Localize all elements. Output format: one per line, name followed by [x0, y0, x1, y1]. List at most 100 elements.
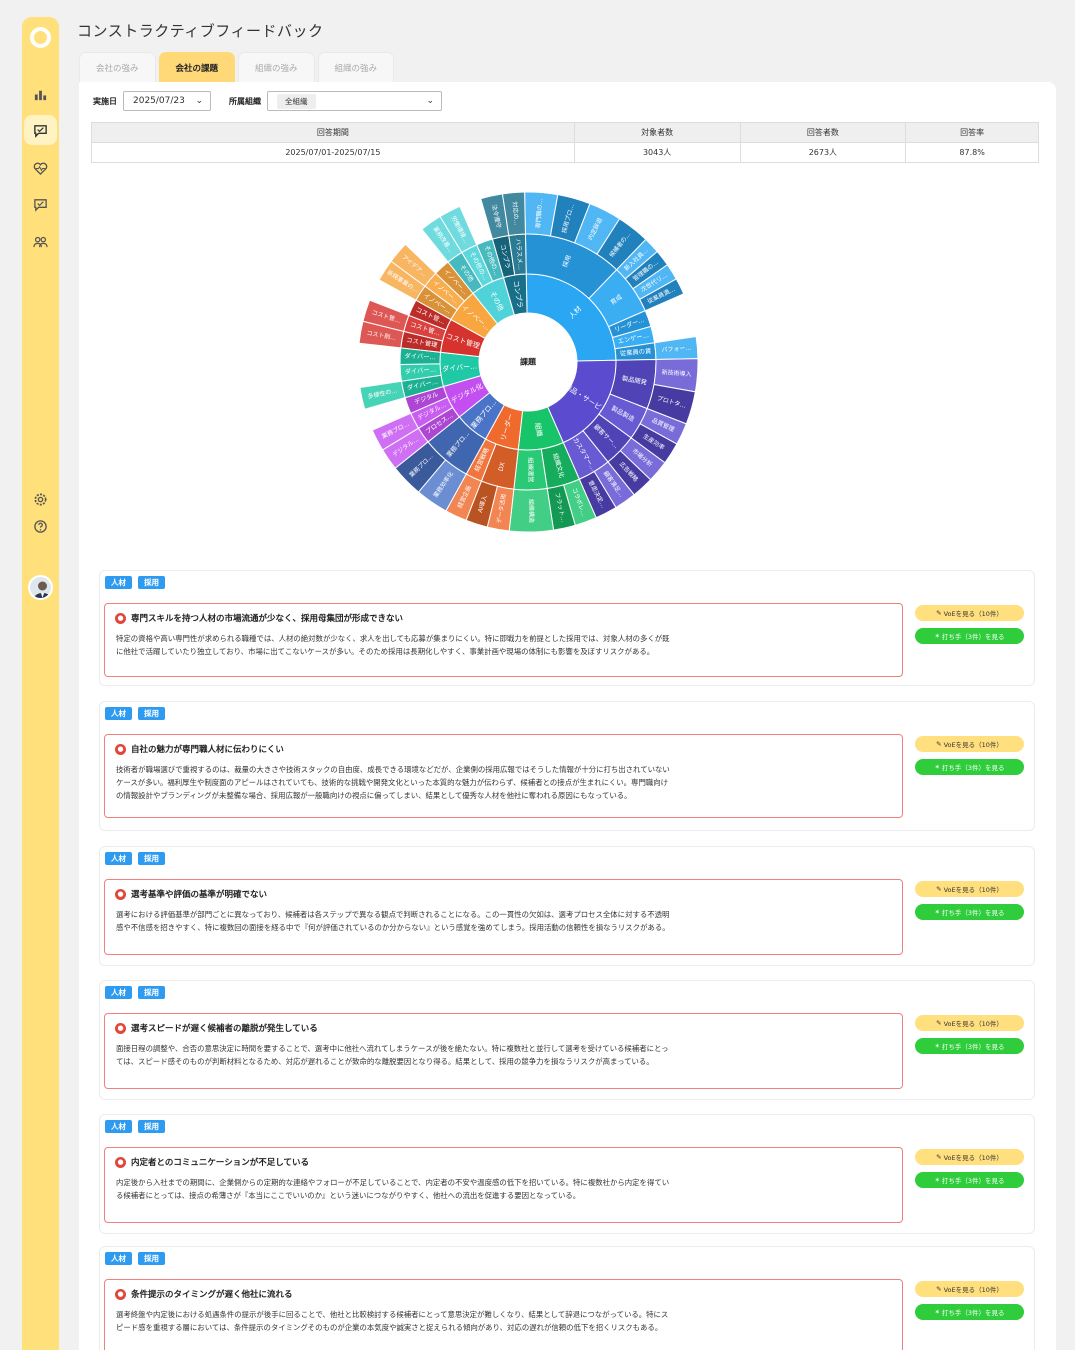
date-select-value: 2025/07/23: [133, 96, 185, 106]
tag-category[interactable]: 人材: [105, 576, 132, 589]
view-actions-button[interactable]: ✶ 打ち手（3件）を見る: [915, 904, 1024, 920]
issue-tags: 人材 採用: [105, 986, 165, 999]
issue-description: 選考終盤や内定後における処遇条件の提示が後手に回ることで、他社と比較検討する候補…: [116, 1310, 669, 1332]
tag-subcategory[interactable]: 採用: [138, 576, 165, 589]
issue-description: 特定の資格や高い専門性が求められる職種では、人材の絶対数が少なく、求人を出しても…: [116, 634, 670, 656]
issue-title: ● 内定者とのコミュニケーションが不足している: [115, 1156, 309, 1168]
tab-org-strengths[interactable]: 組織の強み: [238, 52, 315, 82]
sparkle-icon: ✶: [934, 763, 940, 771]
message-check-icon[interactable]: [22, 189, 59, 219]
view-actions-button[interactable]: ✶ 打ち手（3件）を見る: [915, 759, 1024, 775]
stats-table: 回答期間 対象者数 回答者数 回答率 2025/07/01-2025/07/15…: [91, 122, 1039, 163]
view-voe-button[interactable]: ✎ VoEを見る（10件）: [915, 1149, 1024, 1165]
tag-category[interactable]: 人材: [105, 1120, 132, 1133]
stats-header-period: 回答期間: [91, 122, 575, 143]
view-actions-button[interactable]: ✶ 打ち手（3件）を見る: [915, 1172, 1024, 1188]
voice-icon: ✎: [936, 1153, 942, 1161]
issue-detail: ● 内定者とのコミュニケーションが不足している 内定後から入社までの期間に、企業…: [104, 1147, 903, 1223]
chart-bar-icon[interactable]: [22, 79, 59, 109]
tab-org-strengths-2[interactable]: 組織の強み: [317, 52, 395, 82]
stats-value-respondents: 2673人: [739, 142, 907, 163]
issue-title-text: 内定者とのコミュニケーションが不足している: [131, 1158, 309, 1168]
view-actions-button[interactable]: ✶ 打ち手（3件）を見る: [915, 1038, 1024, 1054]
gear-icon[interactable]: [22, 484, 59, 514]
view-voe-button[interactable]: ✎ VoEを見る（10件）: [915, 736, 1024, 752]
chevron-down-icon: ⌄: [195, 96, 203, 106]
fire-icon: ●: [115, 1022, 126, 1034]
tag-category[interactable]: 人材: [105, 1252, 132, 1265]
tag-category[interactable]: 人材: [105, 852, 132, 865]
tab-company-strengths[interactable]: 会社の強み: [79, 52, 156, 82]
issue-title-text: 選考基準や評価の基準が明確でない: [131, 890, 268, 900]
view-actions-label: 打ち手（3件）を見る: [941, 1309, 1005, 1317]
sparkle-icon: ✶: [934, 1042, 940, 1050]
app-logo[interactable]: [30, 27, 51, 48]
view-actions-button[interactable]: ✶ 打ち手（3件）を見る: [915, 1304, 1024, 1320]
stats-value-rate: 87.8%: [905, 142, 1039, 163]
team-icon[interactable]: [22, 226, 59, 256]
org-filter-label: 所属組織: [229, 96, 261, 106]
heart-pulse-icon[interactable]: [22, 153, 59, 183]
issue-title-text: 条件提示のタイミングが遅く他社に流れる: [131, 1290, 293, 1300]
voice-icon: ✎: [936, 1019, 942, 1027]
issue-card: 人材 採用 ● 選考スピードが遅く候補者の離脱が発生している 面接日程の調整や、…: [99, 980, 1035, 1100]
org-select[interactable]: 全組織 ⌄: [267, 91, 442, 111]
issue-detail: ● 条件提示のタイミングが遅く他社に流れる 選考終盤や内定後における処遇条件の提…: [104, 1279, 903, 1350]
fire-icon: ●: [115, 1288, 126, 1300]
issue-detail: ● 選考スピードが遅く候補者の離脱が発生している 面接日程の調整や、合否の意思決…: [104, 1013, 903, 1089]
view-voe-button[interactable]: ✎ VoEを見る（10件）: [915, 881, 1024, 897]
tag-subcategory[interactable]: 採用: [138, 1120, 165, 1133]
issue-description: 内定後から入社までの期間に、企業側からの定期的な連絡やフォローが不足していること…: [116, 1178, 670, 1200]
user-avatar[interactable]: [28, 575, 53, 600]
issue-tags: 人材 採用: [105, 707, 165, 720]
stats-header-respondents: 回答者数: [739, 122, 907, 143]
tag-subcategory[interactable]: 採用: [138, 707, 165, 720]
chevron-down-icon: ⌄: [426, 96, 434, 106]
tag-subcategory[interactable]: 採用: [138, 852, 165, 865]
view-voe-label: VoEを見る（10件）: [943, 610, 1003, 618]
sparkle-icon: ✶: [934, 908, 940, 916]
view-voe-button[interactable]: ✎ VoEを見る（10件）: [915, 1281, 1024, 1297]
tab-bar: 会社の強み 会社の課題 組織の強み 組織の強み: [79, 52, 395, 82]
date-filter-label: 実施日: [93, 96, 117, 106]
sunburst-center-label: 課題: [520, 357, 537, 367]
issue-title: ● 専門スキルを持つ人材の市場流通が少なく、採用母集団が形成できない: [115, 612, 403, 624]
filter-bar: 実施日 2025/07/23 ⌄ 所属組織 全組織 ⌄: [93, 91, 442, 111]
stats-header-target: 対象者数: [573, 122, 741, 143]
feedback-chat-icon[interactable]: [24, 115, 57, 145]
issue-description: 選考における評価基準が部門ごとに異なっており、候補者は各ステップで異なる観点で判…: [116, 910, 670, 932]
issue-card: 人材 採用 ● 条件提示のタイミングが遅く他社に流れる 選考終盤や内定後における…: [99, 1246, 1035, 1350]
date-select[interactable]: 2025/07/23 ⌄: [123, 91, 211, 111]
issue-tags: 人材 採用: [105, 576, 165, 589]
issue-detail: ● 専門スキルを持つ人材の市場流通が少なく、採用母集団が形成できない 特定の資格…: [104, 603, 903, 677]
issue-description: 面接日程の調整や、合否の意思決定に時間を要することで、選考中に他社へ流れてしまう…: [116, 1044, 669, 1066]
view-voe-button[interactable]: ✎ VoEを見る（10件）: [915, 605, 1024, 621]
tab-company-issues[interactable]: 会社の課題: [158, 52, 236, 82]
view-voe-label: VoEを見る（10件）: [943, 1286, 1003, 1294]
issue-detail: ● 選考基準や評価の基準が明確でない 選考における評価基準が部門ごとに異なってお…: [104, 879, 903, 955]
view-actions-button[interactable]: ✶ 打ち手（3件）を見る: [915, 628, 1024, 644]
issue-tags: 人材 採用: [105, 1252, 165, 1265]
view-voe-button[interactable]: ✎ VoEを見る（10件）: [915, 1015, 1024, 1031]
tag-category[interactable]: 人材: [105, 986, 132, 999]
fire-icon: ●: [115, 888, 126, 900]
view-voe-label: VoEを見る（10件）: [943, 1020, 1003, 1028]
issue-tags: 人材 採用: [105, 1120, 165, 1133]
help-icon[interactable]: [22, 511, 59, 541]
issue-title-text: 専門スキルを持つ人材の市場流通が少なく、採用母集団が形成できない: [131, 614, 404, 624]
fire-icon: ●: [115, 1156, 126, 1168]
stats-value-target: 3043人: [573, 142, 741, 163]
view-actions-label: 打ち手（3件）を見る: [941, 633, 1005, 641]
tag-subcategory[interactable]: 採用: [138, 1252, 165, 1265]
issues-sunburst-chart[interactable]: 人材製品・サービス組織リーダー業務プロ…デジタル化ダイバー…コスト管理イノベー……: [358, 192, 698, 532]
issue-detail: ● 自社の魅力が専門職人材に伝わりにくい 技術者が職場選びで重視するのは、裁量の…: [104, 734, 903, 818]
stats-value-period: 2025/07/01-2025/07/15: [91, 142, 575, 163]
tag-category[interactable]: 人材: [105, 707, 132, 720]
issue-title-text: 選考スピードが遅く候補者の離脱が発生している: [131, 1024, 318, 1034]
voice-icon: ✎: [936, 609, 942, 617]
sparkle-icon: ✶: [934, 632, 940, 640]
view-actions-label: 打ち手（3件）を見る: [941, 1043, 1005, 1051]
issue-card: 人材 採用 ● 選考基準や評価の基準が明確でない 選考における評価基準が部門ごと…: [99, 846, 1035, 966]
view-actions-label: 打ち手（3件）を見る: [941, 1177, 1005, 1185]
tag-subcategory[interactable]: 採用: [138, 986, 165, 999]
